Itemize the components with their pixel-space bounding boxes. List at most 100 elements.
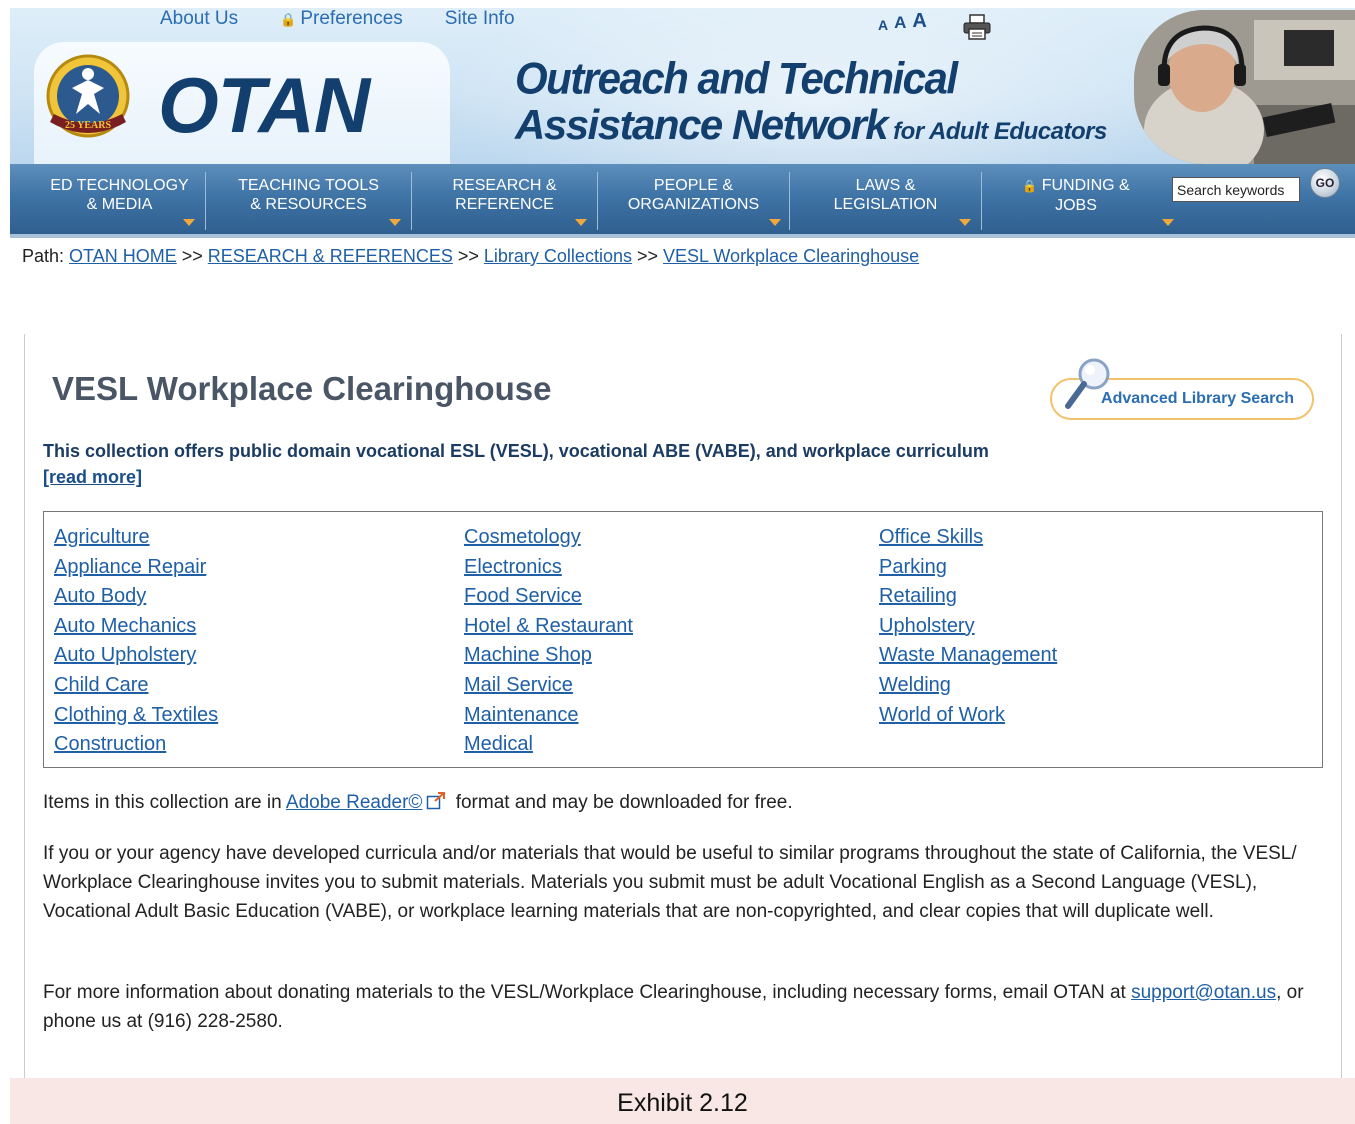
- category-link[interactable]: Upholstery: [879, 612, 1057, 642]
- category-link[interactable]: Agriculture: [54, 523, 218, 553]
- nav-funding-jobs[interactable]: 🔒 FUNDING & JOBS: [982, 172, 1174, 230]
- category-link[interactable]: Clothing & Textiles: [54, 701, 218, 731]
- header-photo: [1134, 10, 1355, 164]
- breadcrumb-home-link[interactable]: OTAN HOME: [69, 246, 177, 266]
- format-note-text: Items in this collection are in: [43, 792, 286, 813]
- caret-down-icon: [959, 219, 971, 226]
- nav-label-line2: & RESOURCES: [250, 196, 367, 213]
- category-link[interactable]: Auto Upholstery: [54, 641, 218, 671]
- nav-label-line1: ED TECHNOLOGY: [50, 177, 189, 194]
- breadcrumb: Path: OTAN HOME >> RESEARCH & REFERENCES…: [22, 246, 919, 267]
- breadcrumb-separator: >>: [181, 246, 203, 266]
- category-link[interactable]: World of Work: [879, 701, 1057, 731]
- category-column-1: Agriculture Appliance Repair Auto Body A…: [54, 523, 218, 760]
- lock-icon: 🔒: [1022, 179, 1038, 193]
- nav-label-line2: REFERENCE: [455, 196, 554, 213]
- collection-summary: This collection offers public domain voc…: [43, 441, 989, 461]
- site-tagline: Outreach and Technical Assistance Networ…: [515, 53, 1107, 146]
- nav-label-line1: 🔒 FUNDING &: [982, 172, 1170, 196]
- nav-label-line1: RESEARCH &: [452, 177, 557, 194]
- breadcrumb-prefix: Path:: [22, 246, 65, 266]
- contact-info-text: For more information about donating mate…: [43, 982, 1132, 1003]
- category-box: Agriculture Appliance Repair Auto Body A…: [43, 511, 1323, 768]
- category-link[interactable]: Cosmetology: [464, 523, 633, 553]
- page-title: VESL Workplace Clearinghouse: [52, 370, 552, 407]
- logo-panel: 25 YEARS OTAN: [34, 42, 450, 164]
- breadcrumb-current-link[interactable]: VESL Workplace Clearinghouse: [663, 246, 919, 266]
- submission-info: If you or your agency have developed cur…: [43, 843, 1297, 922]
- main-nav: ED TECHNOLOGY & MEDIA TEACHING TOOLS & R…: [10, 164, 1355, 238]
- go-button[interactable]: GO: [1310, 168, 1340, 198]
- tagline-line2: Assistance Network for Adult Educators: [515, 104, 1107, 146]
- category-link[interactable]: Child Care: [54, 671, 218, 701]
- nav-people-organizations[interactable]: PEOPLE & ORGANIZATIONS: [598, 172, 790, 230]
- nav-label-line1-text: FUNDING &: [1041, 177, 1130, 194]
- adobe-reader-link[interactable]: Adobe Reader©: [286, 792, 423, 813]
- category-link[interactable]: Hotel & Restaurant: [464, 612, 633, 642]
- nav-ed-technology[interactable]: ED TECHNOLOGY & MEDIA: [34, 172, 206, 230]
- nav-laws-legislation[interactable]: LAWS & LEGISLATION: [790, 172, 982, 230]
- preferences-link[interactable]: 🔒 Preferences: [280, 8, 403, 30]
- print-icon[interactable]: [962, 14, 992, 40]
- category-link[interactable]: Auto Body: [54, 582, 218, 612]
- site-info-link[interactable]: Site Info: [445, 8, 515, 30]
- tagline-line2-text: Assistance Network: [515, 101, 889, 148]
- breadcrumb-separator: >>: [636, 246, 659, 266]
- category-link[interactable]: Appliance Repair: [54, 553, 218, 583]
- nav-label-line2: JOBS: [1055, 197, 1097, 214]
- caret-down-icon: [769, 219, 781, 226]
- font-size-small-button[interactable]: A: [878, 17, 888, 33]
- category-link[interactable]: Waste Management: [879, 641, 1057, 671]
- magnifier-icon: [1065, 358, 1110, 409]
- breadcrumb-separator: >>: [457, 246, 479, 266]
- category-link[interactable]: Machine Shop: [464, 641, 633, 671]
- breadcrumb-library-link[interactable]: Library Collections: [484, 246, 632, 266]
- caret-down-icon: [1162, 219, 1174, 226]
- caret-down-icon: [575, 219, 587, 226]
- nav-research-reference[interactable]: RESEARCH & REFERENCE: [412, 172, 598, 230]
- tagline-line1: Outreach and Technical: [515, 53, 958, 104]
- contact-info: For more information about donating mate…: [43, 978, 1333, 1036]
- nav-teaching-tools[interactable]: TEACHING TOOLS & RESOURCES: [206, 172, 412, 230]
- caret-down-icon: [183, 219, 195, 226]
- nav-label-line2: & MEDIA: [86, 196, 153, 213]
- category-link[interactable]: Office Skills: [879, 523, 1057, 553]
- category-link[interactable]: Medical: [464, 730, 633, 760]
- preferences-label: Preferences: [300, 8, 403, 29]
- category-link[interactable]: Construction: [54, 730, 218, 760]
- format-note-end: format and may be downloaded for free.: [450, 792, 793, 813]
- category-link[interactable]: Parking: [879, 553, 1057, 583]
- category-link[interactable]: Food Service: [464, 582, 633, 612]
- tagline-line3: for Adult Educators: [893, 118, 1107, 145]
- nav-label-line1: TEACHING TOOLS: [238, 177, 379, 194]
- font-size-medium-button[interactable]: A: [894, 13, 906, 33]
- nav-label-line1: LAWS &: [855, 177, 916, 194]
- category-link[interactable]: Electronics: [464, 553, 633, 583]
- category-link[interactable]: Auto Mechanics: [54, 612, 218, 642]
- external-link-icon: [427, 792, 446, 810]
- lock-icon: 🔒: [280, 12, 297, 27]
- advanced-search-label: Advanced Library Search: [1101, 390, 1294, 407]
- search-input[interactable]: [1172, 177, 1300, 202]
- format-note: Items in this collection are in Adobe Re…: [43, 788, 1333, 817]
- font-size-large-button[interactable]: A: [912, 10, 926, 33]
- category-column-2: Cosmetology Electronics Food Service Hot…: [464, 523, 633, 760]
- about-us-link[interactable]: About Us: [160, 8, 238, 30]
- category-link[interactable]: Maintenance: [464, 701, 633, 731]
- font-size-controls: A A A: [878, 10, 927, 33]
- nav-label-line2: ORGANIZATIONS: [627, 196, 760, 213]
- category-link[interactable]: Mail Service: [464, 671, 633, 701]
- read-more-link[interactable]: [read more]: [43, 467, 142, 488]
- category-link[interactable]: Welding: [879, 671, 1057, 701]
- site-header: About Us 🔒 Preferences Site Info A A A 25…: [10, 8, 1355, 164]
- nav-label-line2: LEGISLATION: [833, 196, 938, 213]
- breadcrumb-research-link[interactable]: RESEARCH & REFERENCES: [208, 246, 453, 266]
- support-email-link[interactable]: support@otan.us: [1131, 982, 1276, 1003]
- category-link[interactable]: Retailing: [879, 582, 1057, 612]
- badge-text: 25 YEARS: [65, 120, 111, 131]
- logo-wordmark[interactable]: OTAN: [158, 60, 370, 151]
- nav-label-line1: PEOPLE &: [653, 177, 734, 194]
- anniversary-badge-icon: 25 YEARS: [46, 54, 130, 138]
- caret-down-icon: [389, 219, 401, 226]
- utility-links: About Us 🔒 Preferences Site Info: [160, 8, 515, 30]
